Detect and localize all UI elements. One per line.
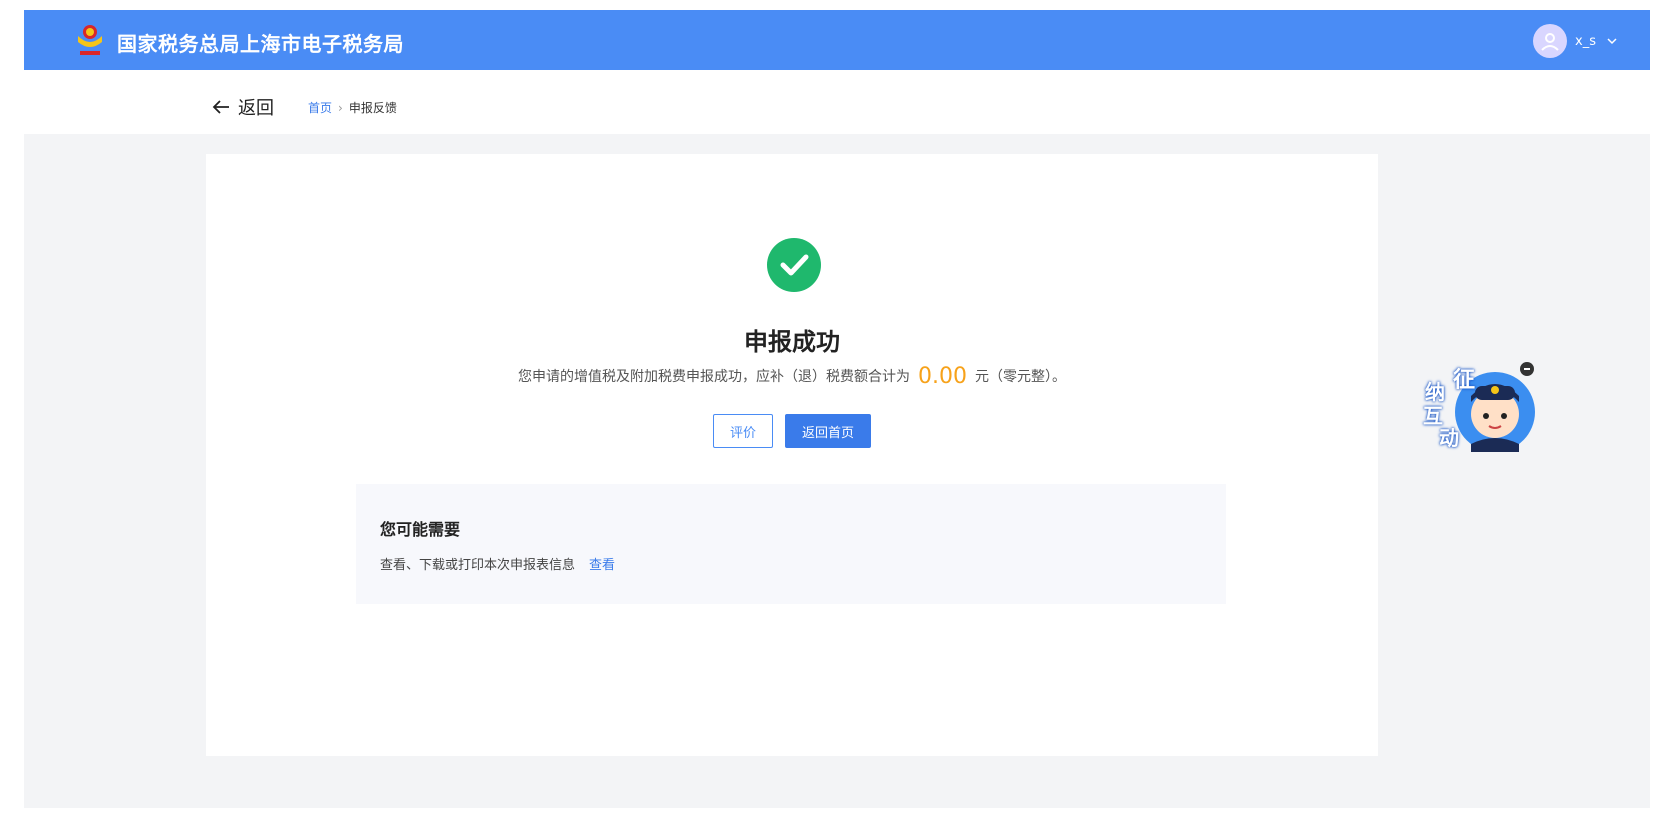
- suggestion-panel: 您可能需要 查看、下载或打印本次申报表信息 查看: [356, 484, 1226, 604]
- username[interactable]: x_s: [1575, 34, 1596, 49]
- widget-char-4: 动: [1439, 426, 1459, 450]
- evaluate-button[interactable]: 评价: [713, 414, 773, 448]
- widget-close-button[interactable]: [1520, 362, 1534, 376]
- user-menu[interactable]: x_s: [1533, 24, 1620, 58]
- message-prefix: 您申请的增值税及附加税费申报成功，应补（退）税费额合计为: [518, 369, 910, 385]
- suggestion-title: 您可能需要: [380, 520, 461, 539]
- return-home-button[interactable]: 返回首页: [785, 414, 871, 448]
- suggestion-item: 查看、下载或打印本次申报表信息 查看: [380, 554, 615, 573]
- breadcrumb: 首页 › 申报反馈: [308, 99, 397, 116]
- suggestion-description: 查看、下载或打印本次申报表信息: [380, 558, 576, 573]
- nav-row: 返回 首页 › 申报反馈: [24, 70, 1650, 134]
- result-message: 您申请的增值税及附加税费申报成功，应补（退）税费额合计为 0.00 元（零元整）。: [206, 364, 1378, 389]
- content-area: 申报成功 您申请的增值税及附加税费申报成功，应补（退）税费额合计为 0.00 元（零…: [24, 134, 1650, 808]
- avatar[interactable]: [1533, 24, 1568, 58]
- tax-emblem-icon: [78, 25, 102, 55]
- tax-amount: 0.00: [918, 364, 967, 389]
- arrow-left-icon: [212, 100, 229, 114]
- interaction-widget[interactable]: 纳 征 互 动: [1423, 362, 1543, 462]
- user-icon: [1541, 33, 1559, 51]
- breadcrumb-separator: ›: [338, 100, 343, 115]
- chevron-down-icon[interactable]: [1604, 33, 1620, 49]
- result-title: 申报成功: [744, 328, 840, 356]
- site-title: 国家税务总局上海市电子税务局: [117, 32, 404, 56]
- message-suffix: 元（零元整）。: [974, 369, 1066, 385]
- breadcrumb-current: 申报反馈: [348, 101, 397, 115]
- back-label[interactable]: 返回: [238, 94, 274, 120]
- page-frame: 国家税务总局上海市电子税务局 x_s 返回 首页 › 申报反馈 申报成功 您申请…: [24, 10, 1650, 808]
- result-actions: 评价 返回首页: [206, 414, 1378, 448]
- top-header: 国家税务总局上海市电子税务局 x_s: [24, 10, 1650, 70]
- result-card: 申报成功 您申请的增值税及附加税费申报成功，应补（退）税费额合计为 0.00 元（零…: [206, 154, 1378, 756]
- breadcrumb-home[interactable]: 首页: [308, 99, 332, 116]
- widget-char-2: 征: [1453, 368, 1476, 393]
- success-check-icon: [767, 238, 821, 292]
- view-link[interactable]: 查看: [589, 554, 615, 573]
- back-button[interactable]: 返回: [212, 94, 274, 120]
